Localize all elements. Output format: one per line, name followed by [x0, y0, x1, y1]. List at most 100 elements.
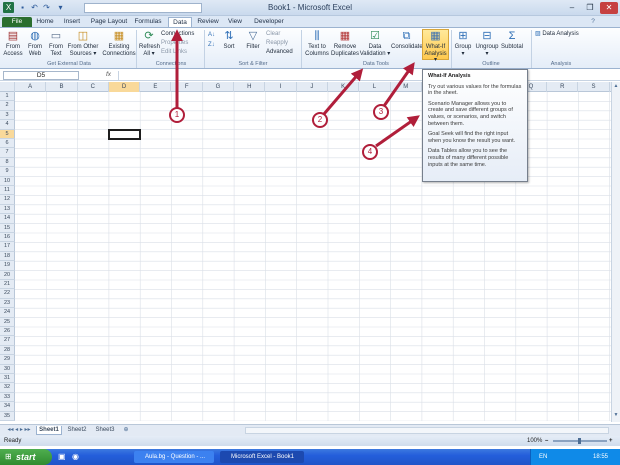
column-header-r[interactable]: R	[547, 82, 579, 92]
clock[interactable]: 18:55	[593, 449, 608, 465]
row-header-7[interactable]: 7	[0, 148, 15, 158]
row-header-18[interactable]: 18	[0, 251, 15, 262]
tab-page-layout[interactable]: Page Layout	[90, 17, 128, 27]
column-header-l[interactable]: L	[359, 82, 391, 92]
column-header-i[interactable]: I	[265, 82, 297, 92]
select-all-corner[interactable]	[0, 82, 15, 92]
row-header-20[interactable]: 20	[0, 270, 15, 280]
from-web-button[interactable]: ◍ From Web	[24, 30, 46, 57]
row-header-13[interactable]: 13	[0, 204, 15, 215]
zoom-level[interactable]: 100%	[527, 436, 542, 446]
scroll-up-icon[interactable]: ▲	[613, 83, 619, 91]
formula-input[interactable]	[118, 71, 610, 80]
tab-developer[interactable]: Developer	[253, 17, 285, 27]
data-validation-button[interactable]: ☑ Data Validation ▾	[359, 30, 391, 57]
sheet-tab-2[interactable]: Sheet2	[64, 426, 90, 435]
properties-button[interactable]: Properties	[161, 39, 188, 47]
column-header-j[interactable]: J	[297, 82, 328, 92]
help-icon[interactable]: ?	[588, 17, 598, 27]
tab-home[interactable]: Home	[34, 17, 56, 27]
group-button[interactable]: ⊞ Group ▾	[453, 30, 473, 57]
row-header-16[interactable]: 16	[0, 233, 15, 243]
row-header-23[interactable]: 23	[0, 298, 15, 309]
column-header-b[interactable]: B	[46, 82, 78, 92]
scroll-down-icon[interactable]: ▼	[613, 412, 619, 420]
tab-review[interactable]: Review	[196, 17, 220, 27]
row-header-2[interactable]: 2	[0, 101, 15, 111]
row-header-25[interactable]: 25	[0, 317, 15, 327]
column-header-d[interactable]: D	[108, 82, 141, 92]
column-header-k[interactable]: K	[328, 82, 360, 92]
from-other-sources-button[interactable]: ◫ From Other Sources ▾	[66, 30, 100, 57]
task-excel[interactable]: Microsoft Excel - Book1	[220, 451, 304, 463]
row-header-9[interactable]: 9	[0, 167, 15, 177]
row-header-33[interactable]: 33	[0, 392, 15, 403]
column-header-s[interactable]: S	[578, 82, 610, 92]
row-header-6[interactable]: 6	[0, 139, 15, 149]
name-box[interactable]: D5	[3, 71, 79, 80]
sort-za-icon[interactable]: Z↓	[208, 41, 215, 49]
row-header-21[interactable]: 21	[0, 280, 15, 290]
row-header-12[interactable]: 12	[0, 195, 15, 205]
from-access-button[interactable]: ▤ From Access	[2, 30, 24, 57]
close-button[interactable]: ✕	[600, 2, 618, 14]
sheet-tab-3[interactable]: Sheet3	[92, 426, 118, 435]
row-header-29[interactable]: 29	[0, 355, 15, 365]
column-header-a[interactable]: A	[15, 82, 47, 92]
sheet-tab-1[interactable]: Sheet1	[36, 426, 62, 435]
row-header-4[interactable]: 4	[0, 120, 15, 130]
column-header-c[interactable]: C	[78, 82, 109, 92]
sort-button[interactable]: ⇅ Sort	[220, 30, 238, 51]
from-text-button[interactable]: ▭ From Text	[46, 30, 66, 57]
fx-icon[interactable]: fx	[106, 71, 111, 78]
row-header-32[interactable]: 32	[0, 383, 15, 393]
row-header-30[interactable]: 30	[0, 364, 15, 374]
subtotal-button[interactable]: Σ Subtotal	[500, 30, 524, 51]
row-header-10[interactable]: 10	[0, 176, 15, 186]
row-header-17[interactable]: 17	[0, 242, 15, 252]
insert-sheet-icon[interactable]: ⊕	[120, 426, 132, 435]
row-header-3[interactable]: 3	[0, 110, 15, 121]
row-header-28[interactable]: 28	[0, 345, 15, 356]
data-analysis-button[interactable]: ▨ Data Analysis	[535, 30, 579, 38]
connections-button[interactable]: Connections	[161, 30, 194, 38]
row-header-24[interactable]: 24	[0, 308, 15, 318]
minimize-button[interactable]: –	[563, 2, 581, 14]
column-header-h[interactable]: H	[234, 82, 266, 92]
active-cell[interactable]	[107, 128, 142, 140]
vertical-scrollbar[interactable]: ▲ ▼	[611, 82, 620, 422]
clear-button[interactable]: Clear	[266, 30, 280, 38]
row-header-27[interactable]: 27	[0, 336, 15, 346]
tab-view[interactable]: View	[225, 17, 245, 27]
refresh-all-button[interactable]: ⟳ Refresh All ▾	[139, 30, 160, 57]
column-header-e[interactable]: E	[140, 82, 172, 92]
row-header-19[interactable]: 19	[0, 261, 15, 271]
zoom-slider-thumb[interactable]	[578, 438, 581, 444]
restore-button[interactable]: ❐	[581, 2, 599, 14]
row-header-15[interactable]: 15	[0, 223, 15, 233]
sort-az-icon[interactable]: A↓	[208, 31, 215, 39]
tab-file[interactable]: File	[2, 17, 32, 27]
tab-data[interactable]: Data	[168, 17, 192, 27]
row-header-22[interactable]: 22	[0, 289, 15, 299]
tab-formulas[interactable]: Formulas	[133, 17, 163, 27]
existing-connections-button[interactable]: ▦ Existing Connections	[101, 30, 137, 57]
row-header-1[interactable]: 1	[0, 92, 15, 102]
language-indicator[interactable]: EN	[539, 449, 547, 465]
row-header-5[interactable]: 5	[0, 129, 15, 139]
quick-launch-icon[interactable]: ▣	[58, 452, 68, 462]
edit-links-button[interactable]: Edit Links	[161, 48, 187, 56]
consolidate-button[interactable]: ⧉ Consolidate	[391, 30, 423, 51]
advanced-button[interactable]: Advanced	[266, 48, 293, 56]
filter-button[interactable]: ▽ Filter	[243, 30, 263, 51]
row-header-8[interactable]: 8	[0, 157, 15, 168]
quick-launch-icon[interactable]: ◉	[72, 452, 82, 462]
row-header-35[interactable]: 35	[0, 411, 15, 421]
zoom-in-button[interactable]: +	[609, 436, 613, 446]
row-header-26[interactable]: 26	[0, 327, 15, 337]
task-browser[interactable]: Aula.bg - Question - ...	[134, 451, 214, 463]
tab-insert[interactable]: Insert	[60, 17, 84, 27]
ungroup-button[interactable]: ⊟ Ungroup ▾	[474, 30, 500, 57]
row-header-31[interactable]: 31	[0, 374, 15, 384]
row-header-34[interactable]: 34	[0, 402, 15, 412]
